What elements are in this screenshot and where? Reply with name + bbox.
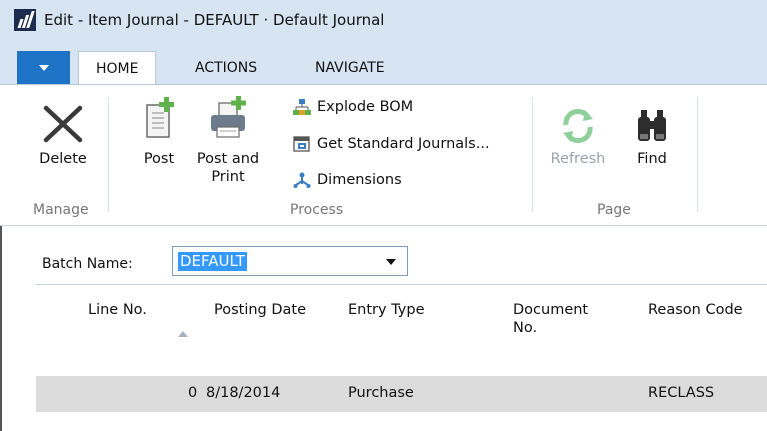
column-header-entry-type[interactable]: Entry Type [348, 301, 425, 319]
find-icon [638, 110, 666, 141]
delete-label: Delete [39, 151, 87, 167]
get-standard-journals-label: Get Standard Journals... [317, 136, 490, 152]
column-header-label: Document [513, 302, 589, 318]
grid-header: Line No. Posting Date Entry Type Documen… [36, 284, 767, 376]
cell-reason-code[interactable]: RECLASS [648, 385, 714, 401]
table-row[interactable]: 0 8/18/2014 Purchase RECLASS [36, 376, 767, 412]
explode-bom-button[interactable]: Explode BOM [292, 96, 413, 118]
explode-bom-icon [293, 99, 311, 115]
cell-posting-date[interactable]: 8/18/2014 [206, 385, 280, 401]
ribbon-tab-strip: HOME ACTIONS NAVIGATE [0, 40, 767, 85]
column-header-label-line2: No. [513, 320, 538, 336]
get-standard-journals-button[interactable]: Get Standard Journals... [292, 133, 490, 155]
cell-entry-type[interactable]: Purchase [348, 385, 414, 401]
title-bar: Edit - Item Journal - DEFAULT · Default … [0, 0, 767, 40]
post-label: Post [143, 151, 175, 167]
refresh-label: Refresh [550, 151, 606, 167]
column-header-line-no[interactable]: Line No. [88, 301, 147, 319]
dimensions-label: Dimensions [317, 172, 402, 188]
app-logo-icon [14, 9, 36, 31]
post-icon [146, 97, 174, 138]
column-header-label: Posting Date [214, 302, 307, 318]
find-label: Find [637, 151, 667, 167]
post-and-print-label-line2: Print [211, 169, 245, 185]
ribbon: Delete Manage Post Post and Print Explod… [0, 84, 767, 226]
column-header-label: Reason Code [648, 302, 743, 318]
app-menu-button[interactable] [17, 51, 70, 84]
explode-bom-label: Explode BOM [317, 99, 414, 115]
refresh-button[interactable]: Refresh [550, 107, 606, 167]
find-button[interactable]: Find [630, 107, 674, 167]
tab-actions[interactable]: ACTIONS [178, 51, 274, 84]
sort-ascending-icon [178, 331, 188, 337]
post-button[interactable]: Post [134, 95, 184, 167]
dropdown-caret-icon[interactable] [386, 259, 396, 265]
refresh-icon [563, 109, 593, 143]
group-label-process: Process [290, 202, 344, 218]
group-label-page: Page [597, 202, 631, 218]
column-header-posting-date[interactable]: Posting Date [214, 301, 306, 319]
dimensions-button[interactable]: Dimensions [292, 169, 402, 191]
column-header-reason-code[interactable]: Reason Code [648, 301, 743, 319]
column-header-label: Entry Type [348, 302, 425, 318]
dimensions-icon [293, 172, 311, 188]
delete-icon [43, 105, 83, 143]
post-and-print-label-line1: Post and [196, 151, 260, 167]
post-and-print-button[interactable]: Post and Print [196, 95, 260, 185]
window-title: Edit - Item Journal - DEFAULT · Default … [44, 11, 385, 29]
ribbon-separator [697, 97, 698, 212]
post-and-print-icon [211, 96, 246, 138]
batch-name-row: Batch Name: DEFAULT [0, 240, 767, 284]
tab-navigate[interactable]: NAVIGATE [298, 51, 402, 84]
ribbon-separator [532, 97, 533, 212]
group-label-manage: Manage [33, 202, 89, 218]
delete-button[interactable]: Delete [36, 103, 90, 167]
cell-line-no[interactable]: 0 [188, 385, 197, 401]
column-header-document-no[interactable]: Document No. [513, 301, 588, 337]
batch-name-label: Batch Name: [42, 256, 133, 272]
batch-name-dropdown[interactable]: DEFAULT [172, 246, 408, 276]
ribbon-separator [108, 97, 109, 212]
app-menu-icon [38, 64, 49, 71]
tab-home[interactable]: HOME [78, 51, 157, 85]
get-standard-journals-icon [293, 136, 310, 152]
column-header-label: Line No. [88, 302, 147, 318]
batch-name-value[interactable]: DEFAULT [178, 252, 247, 271]
